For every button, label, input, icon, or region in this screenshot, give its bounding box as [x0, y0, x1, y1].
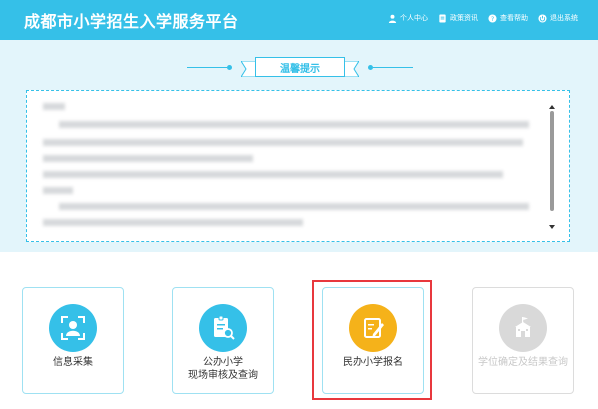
notice-banner: 温馨提示: [187, 55, 413, 81]
card-public-school-circle: [199, 304, 247, 352]
banner-line-left: [187, 67, 227, 68]
document-search-icon: [214, 315, 235, 340]
app-title: 成都市小学招生入学服务平台: [24, 12, 239, 31]
nav-help[interactable]: ? 查看帮助: [488, 13, 528, 23]
notice-blurred-text: [39, 99, 539, 233]
ribbon-tail-right: [343, 61, 359, 77]
document-icon: [439, 13, 446, 23]
banner-line-right: [373, 67, 413, 68]
card-info-collection[interactable]: 信息采集: [22, 287, 124, 394]
scroll-up-arrow[interactable]: [549, 105, 555, 109]
nav-personal-center-label: 个人中心: [400, 14, 428, 22]
nav-policy-info[interactable]: 政策资讯: [438, 13, 478, 23]
top-nav: 个人中心 政策资讯 ? 查看帮助 退出系统: [388, 13, 578, 23]
card-placement-label: 学位确定及结果查询: [478, 357, 568, 368]
notice-title: 温馨提示: [255, 57, 345, 77]
nav-personal-center[interactable]: 个人中心: [388, 13, 428, 23]
scroll-thumb[interactable]: [550, 111, 554, 211]
card-public-school-label: 公办小学 现场审核及查询: [188, 357, 258, 381]
notice-ribbon: 温馨提示: [239, 57, 361, 77]
user-icon: [388, 14, 397, 23]
nav-policy-info-label: 政策资讯: [450, 14, 478, 22]
card-info-collection-circle: [49, 304, 97, 352]
card-public-school-review[interactable]: 公办小学 现场审核及查询: [172, 287, 274, 394]
header-bar: 成都市小学招生入学服务平台 个人中心 政策资讯 ? 查看帮助 退出系统: [0, 0, 598, 40]
user-scan-icon: [61, 316, 85, 340]
nav-logout-label: 退出系统: [550, 14, 578, 22]
help-icon: ?: [488, 13, 497, 23]
scroll-down-arrow[interactable]: [549, 225, 555, 229]
nav-logout[interactable]: 退出系统: [538, 13, 578, 23]
card-placement-circle: [499, 304, 547, 352]
notice-content-box: [26, 90, 570, 242]
svg-text:?: ?: [491, 16, 494, 23]
highlight-box: [312, 280, 432, 400]
power-icon: [538, 13, 547, 23]
school-icon: [515, 317, 531, 337]
banner-dot-left: [227, 65, 232, 70]
nav-help-label: 查看帮助: [500, 14, 528, 22]
notice-scrollbar[interactable]: [549, 105, 555, 229]
card-placement-result: 学位确定及结果查询: [472, 287, 574, 394]
card-info-collection-label: 信息采集: [53, 357, 93, 368]
